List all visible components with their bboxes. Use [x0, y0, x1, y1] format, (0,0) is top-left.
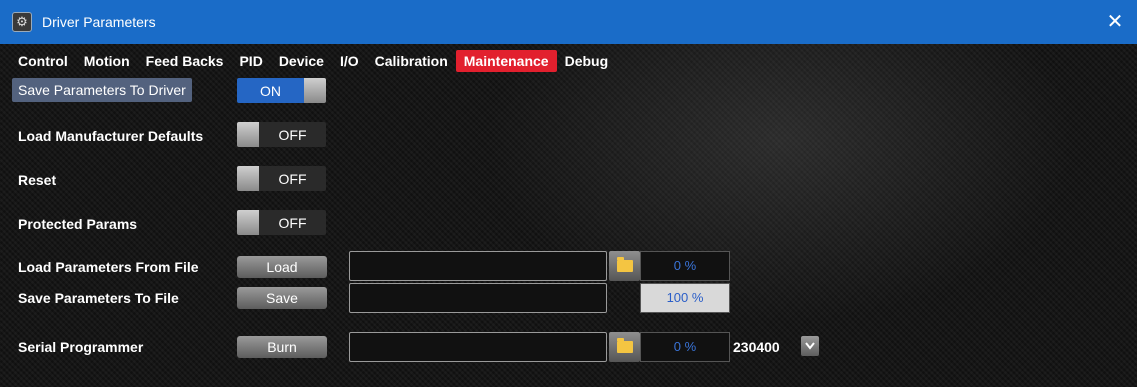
toggle-knob	[237, 166, 259, 191]
tab-motion[interactable]: Motion	[76, 50, 138, 72]
toggle-knob	[237, 122, 259, 147]
load-file-path-input[interactable]	[349, 251, 607, 281]
save-params-to-driver-toggle[interactable]: ON	[237, 78, 326, 103]
save-button[interactable]: Save	[237, 287, 327, 309]
save-progress: 100 %	[640, 283, 730, 313]
load-params-from-file-label: Load Parameters From File	[18, 259, 199, 275]
toggle-state: OFF	[259, 166, 326, 191]
serial-file-path-input[interactable]	[349, 332, 607, 362]
toggle-state: OFF	[259, 210, 326, 235]
close-icon[interactable]: ✕	[1101, 8, 1129, 36]
toggle-knob	[237, 210, 259, 235]
app-icon: ⚙	[12, 12, 32, 32]
baud-rate-value[interactable]: 230400	[733, 336, 780, 358]
load-button[interactable]: Load	[237, 256, 327, 278]
chevron-down-icon	[805, 342, 815, 350]
tab-feed-backs[interactable]: Feed Backs	[138, 50, 232, 72]
load-progress: 0 %	[640, 251, 730, 281]
save-progress-text: 100 %	[666, 290, 704, 305]
tab-pid[interactable]: PID	[231, 50, 270, 72]
protected-params-label: Protected Params	[18, 216, 138, 232]
burn-button[interactable]: Burn	[237, 336, 327, 358]
save-file-path-input[interactable]	[349, 283, 607, 313]
load-manufacturer-defaults-toggle[interactable]: OFF	[237, 122, 326, 147]
reset-label: Reset	[18, 172, 57, 188]
toggle-knob	[304, 78, 326, 103]
tab-bar: Control Motion Feed Backs PID Device I/O…	[10, 50, 616, 72]
folder-icon	[616, 257, 633, 272]
tab-io[interactable]: I/O	[332, 50, 367, 72]
toggle-state: OFF	[259, 122, 326, 147]
baud-rate-dropdown[interactable]	[801, 336, 819, 356]
folder-icon	[616, 338, 633, 353]
serial-programmer-label: Serial Programmer	[18, 339, 144, 355]
serial-browse-button[interactable]	[609, 332, 640, 362]
tab-device[interactable]: Device	[271, 50, 332, 72]
serial-progress: 0 %	[640, 332, 730, 362]
toggle-state: ON	[237, 78, 304, 103]
reset-toggle[interactable]: OFF	[237, 166, 326, 191]
serial-progress-text: 0 %	[673, 339, 697, 354]
tab-maintenance[interactable]: Maintenance	[455, 50, 557, 72]
save-params-to-driver-label: Save Parameters To Driver	[12, 78, 192, 102]
tab-calibration[interactable]: Calibration	[367, 50, 456, 72]
tab-debug[interactable]: Debug	[557, 50, 617, 72]
load-manufacturer-defaults-label: Load Manufacturer Defaults	[18, 128, 204, 144]
save-params-to-file-label: Save Parameters To File	[18, 290, 179, 306]
title-bar: ⚙ Driver Parameters ✕	[0, 0, 1137, 44]
tab-control[interactable]: Control	[10, 50, 76, 72]
window-title: Driver Parameters	[42, 14, 156, 30]
protected-params-toggle[interactable]: OFF	[237, 210, 326, 235]
load-progress-text: 0 %	[673, 258, 697, 273]
load-browse-button[interactable]	[609, 251, 640, 281]
